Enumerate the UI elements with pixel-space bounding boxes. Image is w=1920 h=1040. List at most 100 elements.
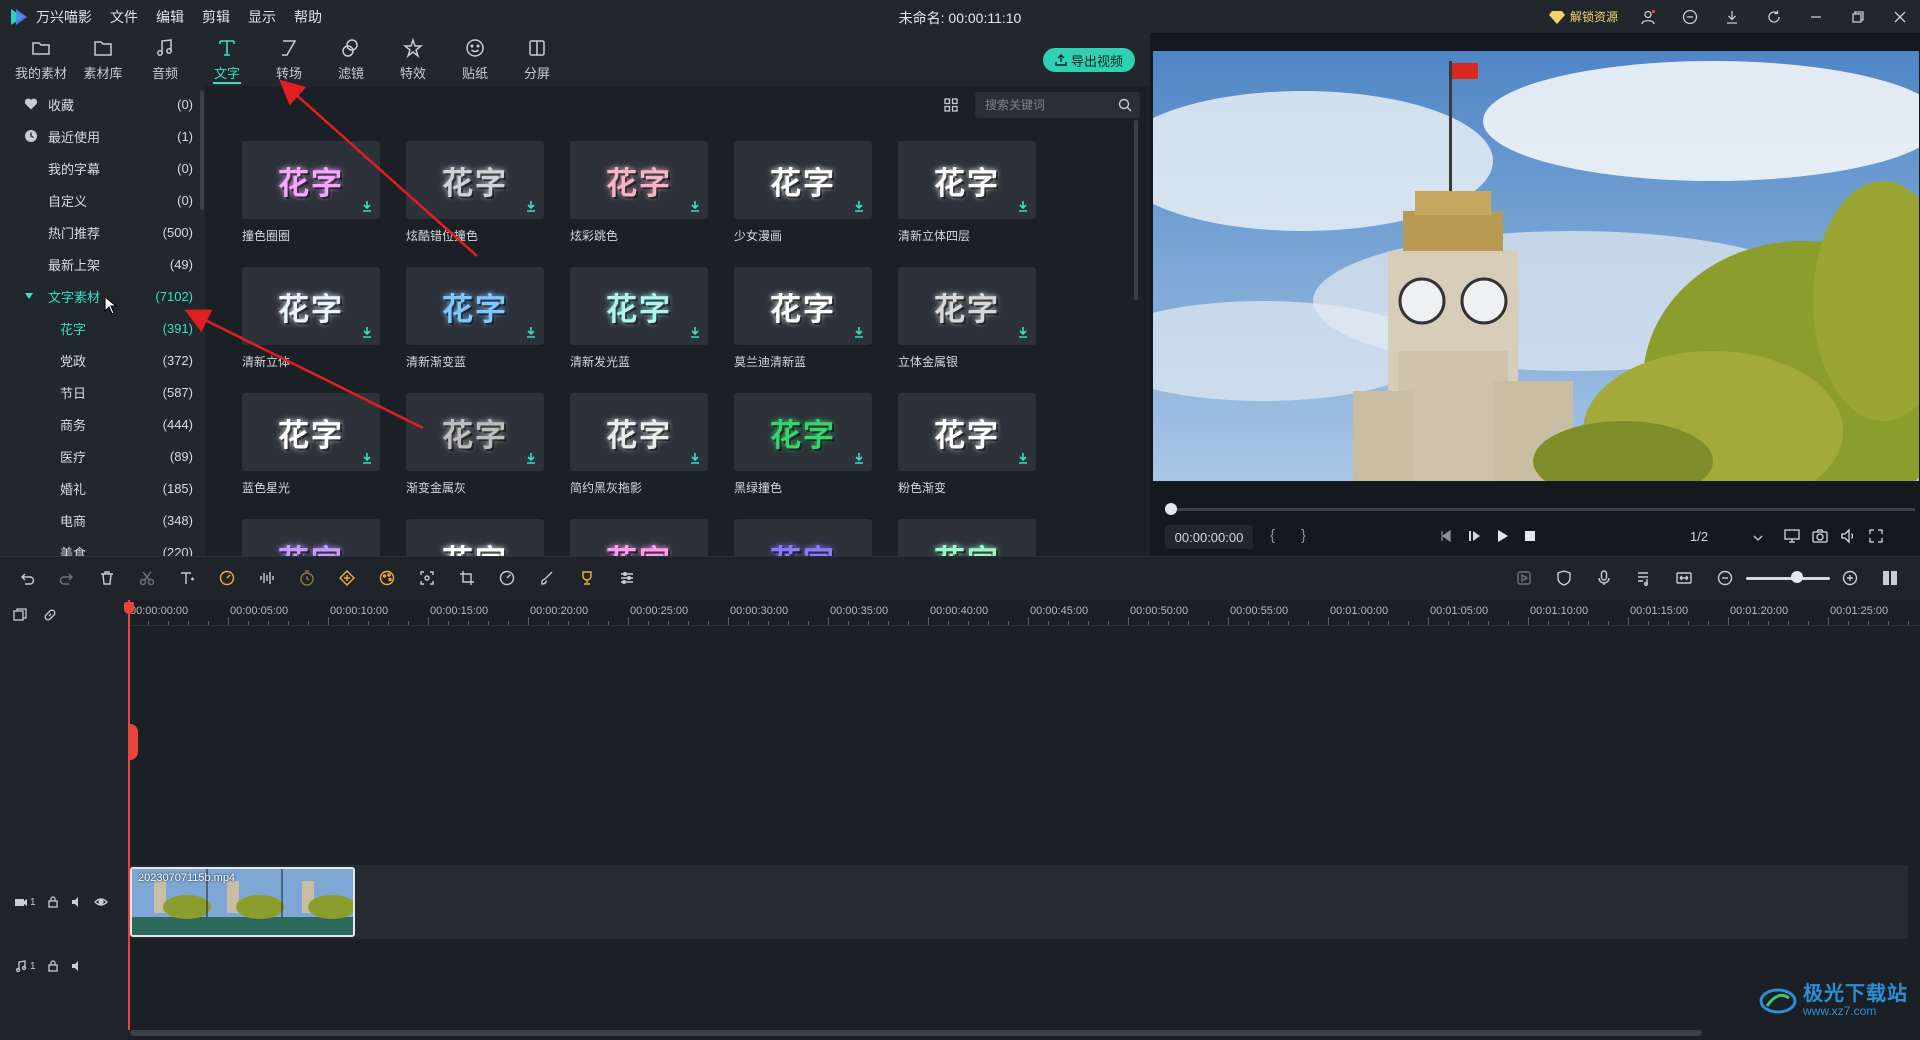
- template-thumbnail[interactable]: 花字: [406, 267, 544, 345]
- menu-view[interactable]: 显示: [248, 7, 276, 27]
- download-icon[interactable]: [361, 200, 373, 212]
- marker-button[interactable]: [1555, 569, 1575, 589]
- snapshot-button[interactable]: [1811, 527, 1831, 547]
- close-icon[interactable]: [1888, 5, 1912, 29]
- audio-mixer-button[interactable]: [1635, 569, 1655, 589]
- video-clip[interactable]: 20230707115b.mp4: [130, 867, 355, 937]
- sidebar-item-new[interactable]: 最新上架 (49): [0, 248, 205, 280]
- crop-button[interactable]: [458, 569, 478, 589]
- sidebar-item-hot[interactable]: 热门推荐 (500): [0, 216, 205, 248]
- account-icon[interactable]: [1636, 5, 1660, 29]
- keyframe-button[interactable]: [338, 569, 358, 589]
- playhead-line[interactable]: [128, 600, 130, 1030]
- template-tile[interactable]: 花字 清新发光蓝: [570, 267, 710, 370]
- timeline-ruler[interactable]: 00:00:00:00 00:00:05:00 00:00:10:00 00:00:1…: [128, 600, 1920, 626]
- download-icon[interactable]: [1017, 200, 1029, 212]
- download-icon[interactable]: [689, 326, 701, 338]
- cut-button[interactable]: [138, 569, 158, 589]
- sidebar-item-holiday[interactable]: 节日 (587): [0, 376, 205, 408]
- restore-icon[interactable]: [1846, 5, 1870, 29]
- tab-library[interactable]: 素材库: [72, 33, 134, 86]
- zoom-slider-handle[interactable]: [1791, 571, 1803, 583]
- template-thumbnail[interactable]: 花字: [406, 519, 544, 556]
- mark-in-out-buttons[interactable]: {}: [1270, 527, 1332, 544]
- template-tile[interactable]: 花字 清新立体四层: [898, 141, 1038, 244]
- sidebar-item-wedding[interactable]: 婚礼 (185): [0, 472, 205, 504]
- stop-button[interactable]: [1521, 527, 1541, 547]
- template-tile[interactable]: 花字 清新渐变蓝: [406, 267, 546, 370]
- add-track-icon[interactable]: [12, 607, 28, 623]
- play-button[interactable]: [1493, 527, 1513, 547]
- template-thumbnail[interactable]: 花字: [406, 393, 544, 471]
- template-thumbnail[interactable]: 花字: [734, 141, 872, 219]
- template-thumbnail[interactable]: 花字: [406, 141, 544, 219]
- download-icon[interactable]: [361, 326, 373, 338]
- minimize-icon[interactable]: [1804, 5, 1828, 29]
- fullscreen-button[interactable]: [1867, 527, 1887, 547]
- download-icon[interactable]: [1720, 5, 1744, 29]
- template-thumbnail[interactable]: 花字: [734, 393, 872, 471]
- template-tile[interactable]: 花字: [570, 519, 710, 556]
- sidebar-item-politics[interactable]: 党政 (372): [0, 344, 205, 376]
- download-icon[interactable]: [853, 200, 865, 212]
- fit-timeline-button[interactable]: [1675, 569, 1695, 589]
- refresh-icon[interactable]: [1762, 5, 1786, 29]
- download-icon[interactable]: [525, 326, 537, 338]
- template-tile[interactable]: 花字 炫彩跳色: [570, 141, 710, 244]
- template-tile[interactable]: 花字 立体金属银: [898, 267, 1038, 370]
- template-tile[interactable]: 花字 粉色渐变: [898, 393, 1038, 496]
- tab-audio[interactable]: 音频: [134, 33, 196, 86]
- menu-clip[interactable]: 剪辑: [202, 7, 230, 27]
- template-thumbnail[interactable]: 花字: [570, 267, 708, 345]
- sidebar-item-food[interactable]: 美食 (220): [0, 536, 205, 557]
- timeline-zoom-slider[interactable]: [1746, 577, 1830, 580]
- template-thumbnail[interactable]: 花字: [734, 519, 872, 556]
- message-icon[interactable]: [1678, 5, 1702, 29]
- lock-icon[interactable]: [46, 959, 60, 973]
- sidebar-item-medical[interactable]: 医疗 (89): [0, 440, 205, 472]
- template-thumbnail[interactable]: 花字: [570, 141, 708, 219]
- export-video-button[interactable]: 导出视频: [1043, 48, 1135, 72]
- template-thumbnail[interactable]: 花字: [242, 393, 380, 471]
- mask-button[interactable]: [538, 569, 558, 589]
- tab-sticker[interactable]: 贴纸: [444, 33, 506, 86]
- template-thumbnail[interactable]: 花字: [734, 267, 872, 345]
- download-icon[interactable]: [525, 452, 537, 464]
- template-tile[interactable]: 花字 清新立体: [242, 267, 382, 370]
- download-icon[interactable]: [361, 452, 373, 464]
- sidebar-item-text-materials[interactable]: 文字素材 (7102): [0, 280, 205, 312]
- menu-help[interactable]: 帮助: [294, 7, 322, 27]
- lock-icon[interactable]: [46, 895, 60, 909]
- record-voice-button[interactable]: [1595, 569, 1615, 589]
- template-thumbnail[interactable]: 花字: [898, 267, 1036, 345]
- adjust-button[interactable]: [618, 569, 638, 589]
- color-button[interactable]: [378, 569, 398, 589]
- sidebar-scrollbar[interactable]: [200, 90, 204, 210]
- template-tile[interactable]: 花字 少女漫画: [734, 141, 874, 244]
- undo-button[interactable]: [18, 569, 38, 589]
- seek-handle[interactable]: [1165, 503, 1177, 515]
- download-icon[interactable]: [689, 200, 701, 212]
- zoom-in-button[interactable]: [1841, 569, 1861, 589]
- speaker-icon[interactable]: [70, 895, 84, 909]
- add-text-button[interactable]: [178, 569, 198, 589]
- menu-edit[interactable]: 编辑: [156, 7, 184, 27]
- redo-button[interactable]: [58, 569, 78, 589]
- sidebar-item-recent[interactable]: 最近使用 (1): [0, 120, 205, 152]
- tab-my-media[interactable]: 我的素材: [10, 33, 72, 86]
- sidebar-item-my-subtitles[interactable]: 我的字幕 (0): [0, 152, 205, 184]
- speaker-icon[interactable]: [70, 959, 84, 973]
- content-scrollbar[interactable]: [1134, 120, 1138, 300]
- audio-wave-button[interactable]: [258, 569, 278, 589]
- download-icon[interactable]: [525, 200, 537, 212]
- template-tile[interactable]: 花字 简约黑灰拖影: [570, 393, 710, 496]
- template-tile[interactable]: 花字 炫酷错位撞色: [406, 141, 546, 244]
- layout-toggle-button[interactable]: [1881, 569, 1901, 589]
- template-tile[interactable]: 花字 莫兰迪清新蓝: [734, 267, 874, 370]
- tab-text[interactable]: 文字: [196, 33, 258, 86]
- timer-button[interactable]: [298, 569, 318, 589]
- template-thumbnail[interactable]: 花字: [898, 141, 1036, 219]
- preview-zoom-select[interactable]: 1/2: [1690, 529, 1708, 544]
- download-icon[interactable]: [1017, 452, 1029, 464]
- timeline-scrollbar[interactable]: [130, 1030, 1702, 1036]
